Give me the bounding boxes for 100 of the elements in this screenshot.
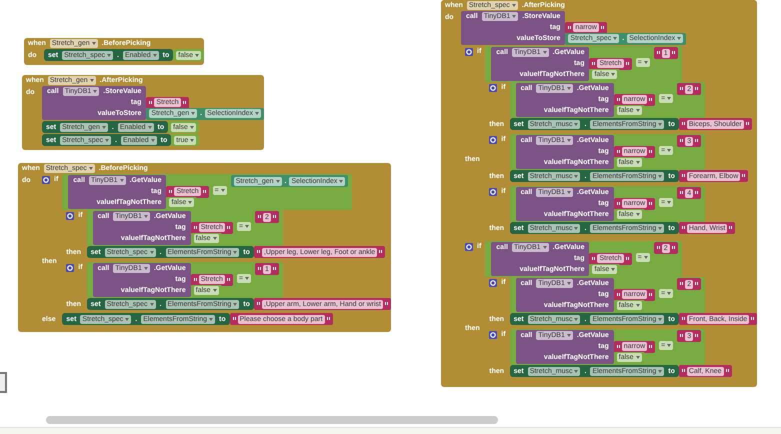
caret-icon <box>233 302 238 306</box>
caret-icon <box>190 138 194 142</box>
caret-icon <box>188 201 192 204</box>
caret-icon <box>190 126 194 128</box>
caret-icon <box>191 112 196 115</box>
caret-icon <box>542 246 547 249</box>
quote-icon <box>649 150 652 154</box>
caret-icon <box>566 191 571 194</box>
caret-icon <box>566 87 571 90</box>
caret-icon <box>566 282 571 285</box>
caret-icon <box>120 179 124 182</box>
quote-icon <box>751 317 754 321</box>
caret-icon <box>636 109 640 112</box>
gear-icon <box>489 188 498 196</box>
caret-icon <box>611 268 616 271</box>
quote-icon <box>194 226 197 230</box>
gear-icon <box>42 176 50 184</box>
quote-icon <box>226 278 230 282</box>
caret-icon <box>512 4 516 7</box>
quote-icon <box>169 190 172 194</box>
quote-icon <box>695 87 698 91</box>
caret-icon <box>658 174 662 178</box>
quote-icon <box>680 139 684 143</box>
quote-icon <box>258 215 262 219</box>
quote-icon <box>616 344 620 348</box>
quote-icon <box>680 334 684 338</box>
caret-icon <box>574 122 578 126</box>
quote-icon <box>695 191 698 195</box>
quote-icon <box>680 282 684 286</box>
caret-icon <box>106 54 111 56</box>
caret-icon <box>90 79 94 82</box>
quote-icon <box>600 26 604 30</box>
quote-icon <box>680 191 684 195</box>
quote-icon <box>682 122 685 126</box>
caret-icon <box>611 73 616 76</box>
caret-icon <box>658 318 662 320</box>
quote-icon <box>202 190 206 194</box>
quote-icon <box>616 98 620 102</box>
quote-icon <box>182 100 186 104</box>
quote-icon <box>626 62 629 66</box>
panel-edge <box>0 372 7 393</box>
caret-icon <box>667 97 672 100</box>
caret-icon <box>150 250 154 254</box>
quote-icon <box>616 202 620 206</box>
gear-icon <box>465 242 473 250</box>
caret-icon <box>212 289 217 292</box>
quote-icon <box>272 267 276 271</box>
quote-icon <box>194 278 197 282</box>
caret-icon <box>255 112 260 115</box>
quote-icon <box>649 98 652 102</box>
gear-icon <box>489 84 498 92</box>
quote-icon <box>672 246 675 250</box>
caret-icon <box>658 370 662 372</box>
gear-icon <box>489 136 498 144</box>
gear-icon <box>465 48 473 56</box>
quote-icon <box>726 369 729 373</box>
caret-icon <box>613 37 618 40</box>
caret-icon <box>566 334 571 337</box>
caret-icon <box>220 189 225 192</box>
quote-icon <box>695 139 698 143</box>
caret-icon <box>636 356 640 359</box>
caret-icon <box>93 90 98 93</box>
caret-icon <box>150 138 155 142</box>
quote-icon <box>656 246 660 250</box>
caret-icon <box>233 250 238 254</box>
quote-icon <box>616 292 620 296</box>
caret-icon <box>512 15 516 18</box>
caret-icon <box>152 54 157 56</box>
quote-icon <box>649 344 652 348</box>
caret-icon <box>209 318 214 320</box>
quote-icon <box>226 226 230 230</box>
caret-icon <box>636 213 640 216</box>
caret-icon <box>339 180 344 182</box>
caret-icon <box>566 139 571 142</box>
quote-icon <box>385 302 388 306</box>
caret-icon <box>245 277 250 280</box>
caret-icon <box>677 37 682 40</box>
quote-icon <box>682 369 685 373</box>
quote-icon <box>682 317 685 321</box>
quote-icon <box>616 150 620 154</box>
caret-icon <box>574 174 578 178</box>
quote-icon <box>682 174 685 178</box>
quote-icon <box>592 62 596 66</box>
caret-icon <box>144 267 148 270</box>
quote-icon <box>149 100 152 104</box>
caret-icon <box>667 149 672 152</box>
quote-icon <box>672 51 675 55</box>
caret-icon <box>212 237 217 240</box>
caret-icon <box>92 42 96 45</box>
quote-icon <box>680 87 684 91</box>
gear-icon <box>489 278 498 286</box>
caret-icon <box>195 54 200 56</box>
caret-icon <box>636 161 640 164</box>
quote-icon <box>256 302 260 306</box>
caret-icon <box>148 126 152 128</box>
quote-icon <box>568 26 572 30</box>
caret-icon <box>667 344 672 347</box>
caret-icon <box>636 304 640 307</box>
quote-icon <box>695 334 698 338</box>
scrollbar[interactable] <box>46 416 498 424</box>
